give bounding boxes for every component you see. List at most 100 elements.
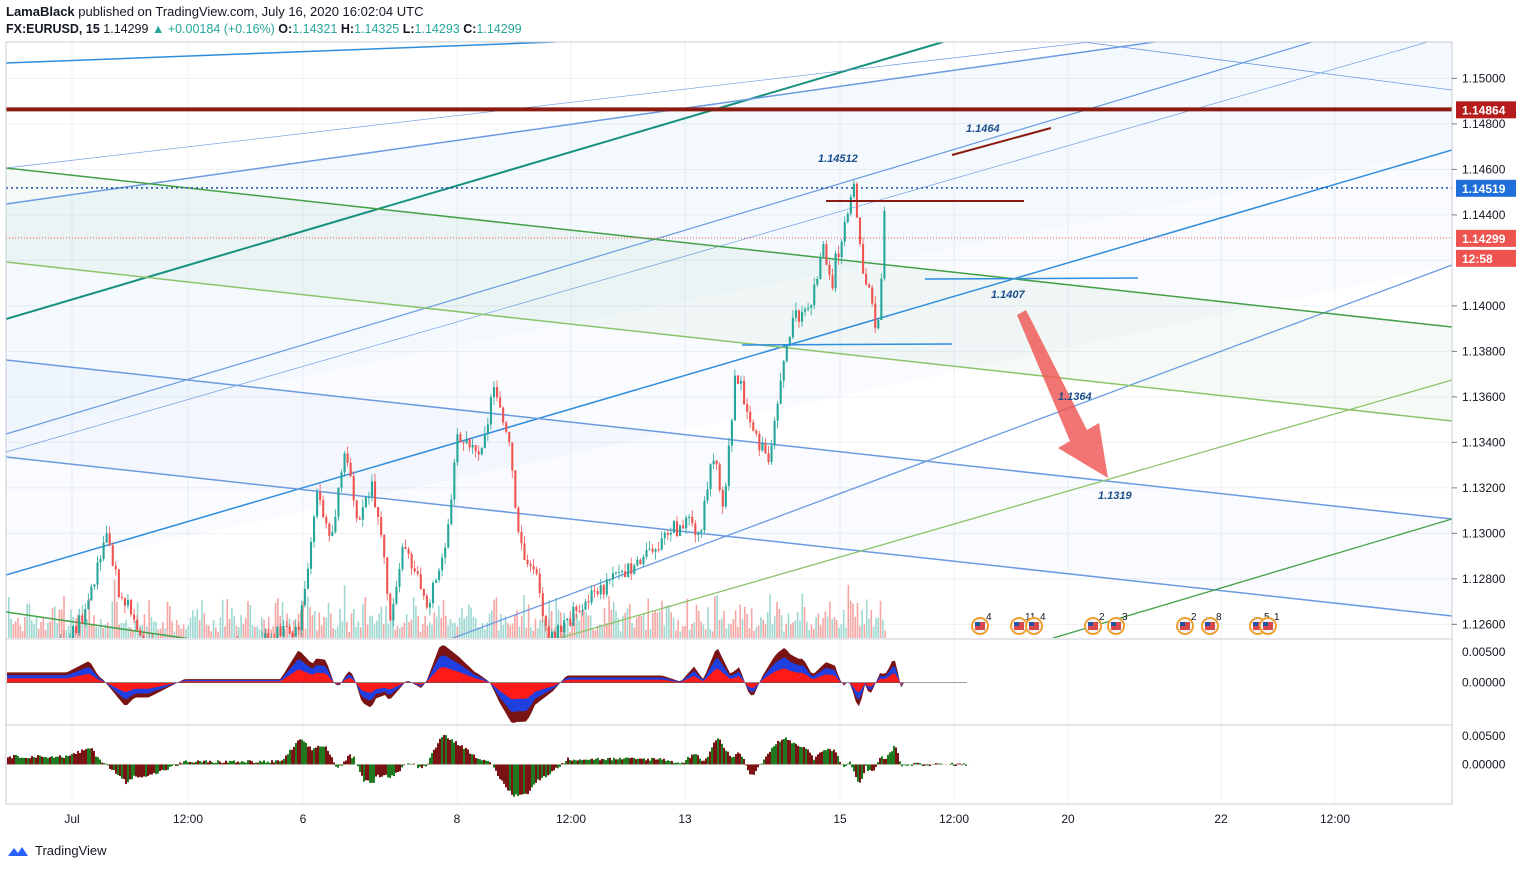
volume-bar xyxy=(454,622,456,638)
volume-bar xyxy=(366,624,369,638)
histogram-bar xyxy=(949,764,951,765)
histogram-bar xyxy=(391,764,393,776)
histogram-bar xyxy=(79,752,81,765)
candle-body xyxy=(590,590,593,603)
flag-canton xyxy=(1014,622,1019,626)
volume-bar xyxy=(668,605,670,638)
histogram-bar xyxy=(127,764,129,783)
histogram-bar xyxy=(307,746,309,765)
candle-body xyxy=(75,625,78,634)
candle-body xyxy=(865,273,868,285)
histogram-bar xyxy=(191,762,193,765)
candle-body xyxy=(340,472,343,488)
histogram-bar xyxy=(267,761,269,765)
histogram-bar xyxy=(39,755,41,765)
volume-bar xyxy=(539,619,541,638)
histogram-bar xyxy=(131,764,133,780)
time-axis[interactable]: Jul 12:00 6 8 12:00 13 15 12:00 20 22 12:00 xyxy=(64,812,1350,826)
histogram-bar xyxy=(179,762,181,765)
histogram-bar xyxy=(461,745,463,765)
volume-bar xyxy=(822,618,824,638)
histogram-bar xyxy=(525,764,527,794)
histogram-bar xyxy=(259,760,261,765)
histogram-bar xyxy=(375,764,377,777)
price-axis[interactable]: 1.15000 1.14800 1.14600 1.14400 1.14000 1.138… xyxy=(1452,71,1516,771)
histogram-bar xyxy=(665,761,667,765)
histogram-bar xyxy=(437,743,439,765)
volume-bar xyxy=(33,623,35,638)
y-tick-label: 1.14400 xyxy=(1462,208,1506,222)
histogram-bar xyxy=(723,747,725,765)
volume-bar xyxy=(102,628,104,638)
volume-bar xyxy=(113,579,116,638)
tradingview-footer[interactable]: TradingView xyxy=(6,843,107,858)
volume-bar xyxy=(192,610,194,638)
volume-bar xyxy=(847,584,850,638)
volume-bar xyxy=(332,628,334,638)
volume-bar xyxy=(378,613,380,638)
histogram-bar xyxy=(245,762,247,765)
volume-bar xyxy=(773,616,776,638)
histogram-bar xyxy=(365,764,367,781)
histogram-bar xyxy=(807,749,809,765)
histogram-bar xyxy=(89,748,91,765)
volume-bar xyxy=(658,611,661,638)
volume-bar xyxy=(484,629,486,638)
volume-bar xyxy=(479,627,482,638)
volume-bar xyxy=(249,605,252,638)
histogram-bar xyxy=(635,759,637,765)
candle-body xyxy=(130,599,133,615)
volume-bar xyxy=(718,619,721,638)
histogram-bar xyxy=(597,757,599,765)
histogram-bar xyxy=(85,749,87,765)
volume-bar xyxy=(196,608,199,638)
volume-bar xyxy=(631,623,633,638)
histogram-bar xyxy=(871,764,873,771)
histogram-bar xyxy=(937,763,939,765)
candle-body xyxy=(93,584,96,587)
volume-bar xyxy=(711,631,714,638)
histogram-bar xyxy=(805,748,807,765)
histogram-bar xyxy=(9,756,11,765)
candle-body xyxy=(797,310,801,322)
histogram-bar xyxy=(221,763,223,765)
histogram-bar xyxy=(689,758,691,765)
x-tick-label: 8 xyxy=(454,812,461,826)
histogram-bar xyxy=(663,758,665,765)
volume-bar xyxy=(152,621,155,638)
volume-bar xyxy=(739,604,741,638)
histogram-bar xyxy=(219,761,221,765)
chart-canvas[interactable]: 1.145121.14641.14071.13641.1319 4 11 4 2 3 2 8… xyxy=(0,0,1520,870)
candle-body xyxy=(608,579,611,581)
volume-bar xyxy=(215,627,217,638)
histogram-bar xyxy=(713,742,715,765)
candle-body xyxy=(642,556,645,565)
volume-bar xyxy=(884,630,886,638)
volume-bar xyxy=(12,624,15,638)
volume-bar xyxy=(686,598,689,638)
histogram-bar xyxy=(149,764,151,775)
histogram-bar xyxy=(129,764,131,780)
candle-body xyxy=(386,557,389,594)
economic-events[interactable]: 4114232851 xyxy=(971,612,1280,635)
candle-body xyxy=(535,569,538,574)
histogram-bar xyxy=(887,754,889,765)
y-tick-label: 1.12600 xyxy=(1462,617,1506,631)
histogram-bar xyxy=(707,756,709,765)
histogram-bar xyxy=(587,759,589,765)
annotation-1.1364: 1.1364 xyxy=(1058,391,1092,403)
volume-bar xyxy=(339,608,341,638)
volume-bar xyxy=(109,626,111,638)
candle-body xyxy=(782,361,785,381)
histogram-bar xyxy=(247,760,249,765)
candle-body xyxy=(566,618,569,621)
volume-bar xyxy=(727,623,730,638)
candle-body xyxy=(264,633,267,638)
price-badge-text: 1.14519 xyxy=(1462,182,1506,196)
histogram-bar xyxy=(767,753,769,765)
histogram-bar xyxy=(849,761,851,765)
volume-bar xyxy=(472,616,475,638)
volume-bar xyxy=(304,628,307,638)
candle-body xyxy=(675,521,679,537)
candle-body xyxy=(377,507,380,517)
